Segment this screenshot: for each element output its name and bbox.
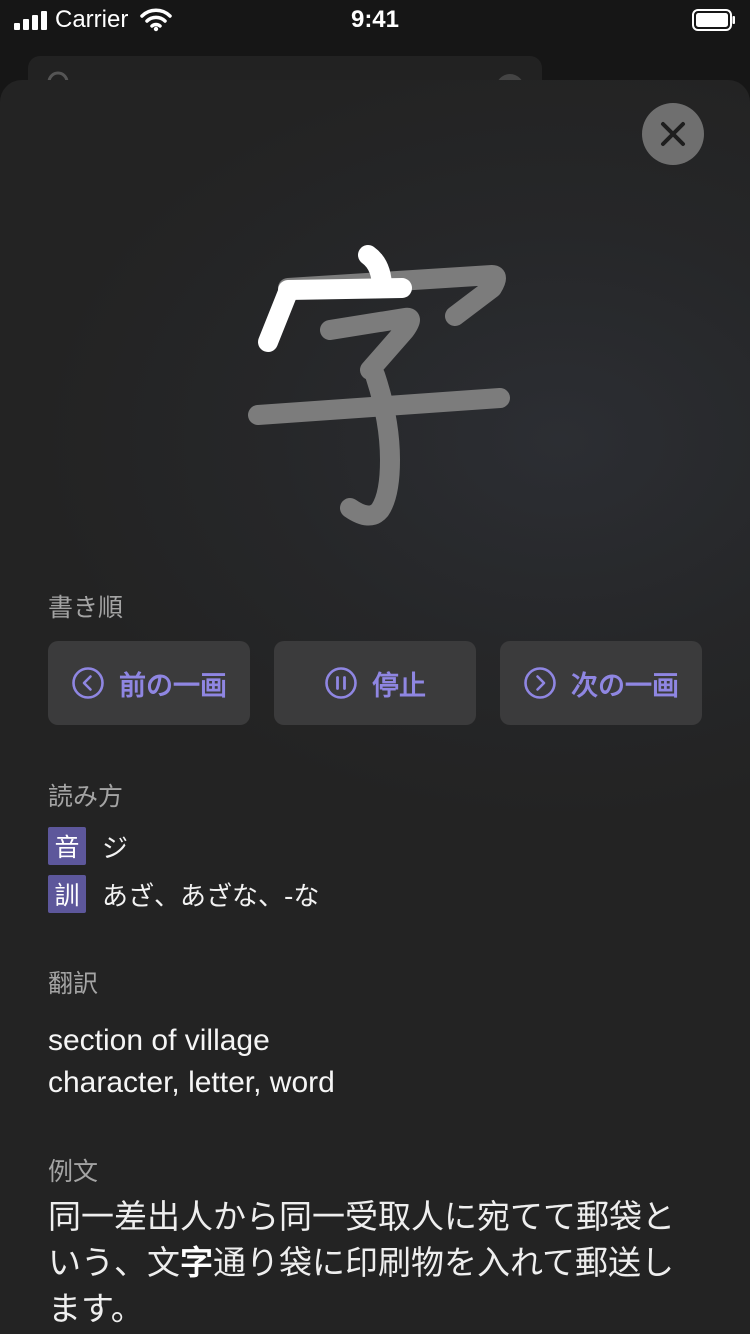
on-reading-badge: 音 <box>48 827 86 865</box>
translation-text: section of village character, letter, wo… <box>48 1020 335 1104</box>
readings-heading: 読み方 <box>48 782 124 811</box>
status-bar: Carrier 9:41 <box>0 0 750 40</box>
battery-icon <box>692 9 735 31</box>
kanji-detail-screen: Carrier 9:41 字 <box>0 0 750 1334</box>
on-reading-row: 音 ジ <box>48 827 128 865</box>
example-heading: 例文 <box>48 1157 99 1186</box>
translation-heading: 翻訳 <box>48 969 99 998</box>
translation-line: section of village <box>48 1024 270 1057</box>
on-reading-value: ジ <box>102 833 129 864</box>
pause-label: 停止 <box>372 670 426 702</box>
next-stroke-button[interactable]: 次の一画 <box>500 641 702 725</box>
stroke-order-heading: 書き順 <box>48 593 124 622</box>
chevron-left-circle-icon <box>72 667 104 699</box>
pause-button[interactable]: 停止 <box>274 641 476 725</box>
kanji-stroke-animation: 字 <box>248 245 510 526</box>
example-highlight: 字 <box>180 1243 213 1282</box>
example-sentence: 同一差出人から同一受取人に宛てて郵袋という、文字通り袋に印刷物を入れて郵送します… <box>48 1194 688 1332</box>
prev-stroke-label: 前の一画 <box>119 670 227 702</box>
status-time: 9:41 <box>350 6 400 33</box>
chevron-right-circle-icon <box>524 667 556 699</box>
prev-stroke-button[interactable]: 前の一画 <box>48 641 250 725</box>
close-button[interactable] <box>642 103 704 165</box>
kanji-stroke <box>320 307 420 380</box>
kun-reading-badge: 訓 <box>48 875 86 913</box>
translation-line: character, letter, word <box>48 1066 335 1099</box>
kun-reading-value: あざ、あざな、-な <box>102 881 320 912</box>
kanji-detail-sheet: 字 書き順 前の一画 停止 <box>0 80 750 1334</box>
next-stroke-label: 次の一画 <box>571 670 679 702</box>
close-icon <box>661 122 685 146</box>
kanji-stroke-done <box>278 278 412 300</box>
kun-reading-row: 訓 あざ、あざな、-な <box>48 875 319 913</box>
pause-circle-icon <box>325 667 357 699</box>
kanji-stroke <box>340 365 400 526</box>
